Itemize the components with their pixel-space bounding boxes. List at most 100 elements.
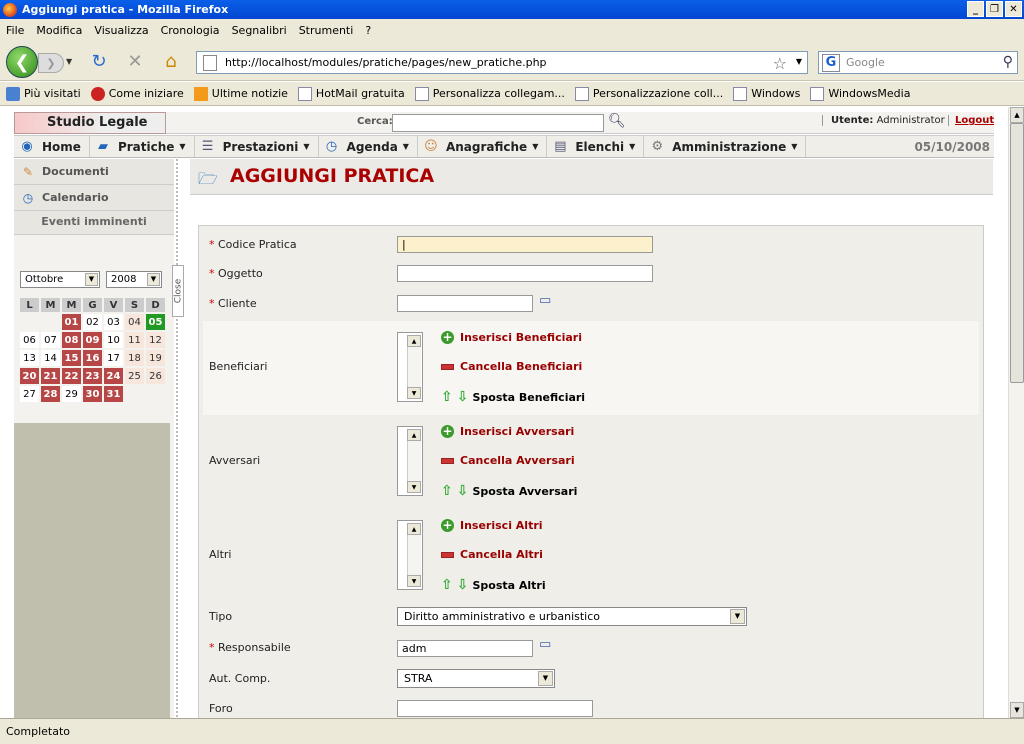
calendar-day[interactable]: 02 <box>83 314 102 330</box>
menu-visualizza[interactable]: Visualizza <box>88 24 154 37</box>
inserisci-beneficiari-button[interactable]: + Inserisci Beneficiari <box>441 331 582 344</box>
aut-comp-select[interactable]: STRA ▼ <box>397 669 555 688</box>
calendar-day-today[interactable]: 05 <box>146 314 165 330</box>
reload-icon[interactable]: ↻ <box>88 51 110 72</box>
nav-elenchi[interactable]: ▤ Elenchi ▼ <box>547 136 645 157</box>
calendar-day[interactable]: 08 <box>62 332 81 348</box>
bookmark-star-icon[interactable]: ☆ <box>773 54 787 73</box>
sidebar-documenti[interactable]: ✎ Documenti <box>14 159 174 185</box>
calendar-day[interactable]: 29 <box>62 386 81 402</box>
arrow-up-icon[interactable]: ⇧ <box>441 389 453 405</box>
menu-cronologia[interactable]: Cronologia <box>155 24 226 37</box>
menu-modifica[interactable]: Modifica <box>30 24 88 37</box>
minimize-button[interactable]: _ <box>967 1 984 17</box>
menu-file[interactable]: File <box>0 24 30 37</box>
oggetto-input[interactable] <box>397 265 653 282</box>
calendar-day[interactable]: 27 <box>20 386 39 402</box>
calendar-day[interactable]: 12 <box>146 332 165 348</box>
month-select[interactable]: Ottobre ▼ <box>20 271 100 288</box>
arrow-down-icon[interactable]: ⇩ <box>457 577 469 593</box>
nav-prestazioni[interactable]: ☰ Prestazioni ▼ <box>195 136 319 157</box>
bookmark-come-iniziare[interactable]: Come iniziare <box>90 86 184 101</box>
calendar-day[interactable]: 30 <box>83 386 102 402</box>
calendar-day[interactable]: 01 <box>62 314 81 330</box>
calendar-day[interactable]: 10 <box>104 332 123 348</box>
page-scrollbar[interactable]: ▲ ▼ <box>1008 107 1024 718</box>
calendar-day[interactable]: 13 <box>20 350 39 366</box>
foro-input[interactable] <box>397 700 593 717</box>
calendar-day[interactable]: 18 <box>125 350 144 366</box>
scroll-up-icon[interactable]: ▲ <box>407 523 421 535</box>
arrow-up-icon[interactable]: ⇧ <box>441 483 453 499</box>
back-button[interactable]: ❮ <box>6 46 38 78</box>
history-dropdown-icon[interactable]: ▼ <box>66 57 72 66</box>
url-dropdown-icon[interactable]: ▼ <box>796 57 802 66</box>
sposta-avversari-button[interactable]: ⇧ ⇩ Sposta Avversari <box>441 483 577 499</box>
calendar-day[interactable]: 28 <box>41 386 60 402</box>
sposta-beneficiari-button[interactable]: ⇧ ⇩ Sposta Beneficiari <box>441 389 585 405</box>
arrow-down-icon[interactable]: ⇩ <box>457 389 469 405</box>
scroll-down-icon[interactable]: ▼ <box>407 387 421 399</box>
search-icon[interactable]: ⚲ <box>1003 54 1013 70</box>
menu-help[interactable]: ? <box>359 24 377 37</box>
scroll-up-icon[interactable]: ▲ <box>407 335 421 347</box>
calendar-day[interactable]: 11 <box>125 332 144 348</box>
nav-pratiche[interactable]: ▰ Pratiche ▼ <box>90 136 195 157</box>
cancella-altri-button[interactable]: Cancella Altri <box>441 548 543 561</box>
app-search-icon[interactable]: 🔍︎ <box>608 113 626 129</box>
scroll-up-icon[interactable]: ▲ <box>407 429 421 441</box>
beneficiari-listbox[interactable]: ▲ ▼ <box>397 332 423 402</box>
calendar-day[interactable]: 07 <box>41 332 60 348</box>
menu-segnalibri[interactable]: Segnalibri <box>226 24 293 37</box>
calendar-day[interactable]: 23 <box>83 368 102 384</box>
calendar-day[interactable]: 15 <box>62 350 81 366</box>
calendar-day[interactable]: 19 <box>146 350 165 366</box>
scroll-down-icon[interactable]: ▼ <box>1010 702 1024 718</box>
nav-home[interactable]: ◉ Home <box>14 136 90 157</box>
bookmark-windows[interactable]: Windows <box>733 86 800 101</box>
calendar-day[interactable]: 31 <box>104 386 123 402</box>
scroll-down-icon[interactable]: ▼ <box>407 481 421 493</box>
calendar-day[interactable]: 17 <box>104 350 123 366</box>
menu-strumenti[interactable]: Strumenti <box>293 24 360 37</box>
bookmark-hotmail[interactable]: HotMail gratuita <box>297 86 405 101</box>
stop-icon[interactable]: ✕ <box>124 51 146 72</box>
sidebar-close-tab[interactable]: Close <box>172 265 184 317</box>
codice-pratica-input[interactable]: | <box>397 236 653 253</box>
altri-listbox[interactable]: ▲ ▼ <box>397 520 423 590</box>
calendar-day[interactable]: 04 <box>125 314 144 330</box>
app-search-input[interactable] <box>392 114 604 132</box>
google-icon[interactable]: G <box>822 53 840 72</box>
maximize-button[interactable]: ❐ <box>986 1 1003 17</box>
bookmark-ultime-notizie[interactable]: Ultime notizie <box>193 86 288 101</box>
forward-button[interactable]: ❯ <box>38 53 64 73</box>
calendar-day[interactable]: 26 <box>146 368 165 384</box>
tipo-select[interactable]: Diritto amministrativo e urbanistico ▼ <box>397 607 747 626</box>
calendar-day[interactable]: 20 <box>20 368 39 384</box>
responsabile-input[interactable]: adm <box>397 640 533 657</box>
bookmark-piu-visitati[interactable]: Più visitati <box>6 86 81 101</box>
url-bar[interactable]: http://localhost/modules/pratiche/pages/… <box>196 51 808 74</box>
inserisci-altri-button[interactable]: + Inserisci Altri <box>441 519 543 532</box>
scroll-up-icon[interactable]: ▲ <box>1010 107 1024 123</box>
sposta-altri-button[interactable]: ⇧ ⇩ Sposta Altri <box>441 577 546 593</box>
search-bar[interactable]: G Google ⚲ <box>818 51 1018 74</box>
logout-link[interactable]: Logout <box>948 115 994 126</box>
sidebar-calendario[interactable]: ◷ Calendario <box>14 185 174 211</box>
calendar-day[interactable]: 25 <box>125 368 144 384</box>
bookmark-personalizzazione[interactable]: Personalizzazione coll... <box>574 86 723 101</box>
calendar-day[interactable]: 09 <box>83 332 102 348</box>
bookmark-windowsmedia[interactable]: WindowsMedia <box>810 86 910 101</box>
calendar-day[interactable]: 03 <box>104 314 123 330</box>
arrow-down-icon[interactable]: ⇩ <box>457 483 469 499</box>
responsabile-lookup-icon[interactable]: ▭ <box>539 637 557 653</box>
bookmark-personalizza-collegamenti[interactable]: Personalizza collegam... <box>414 86 565 101</box>
nav-agenda[interactable]: ◷ Agenda ▼ <box>319 136 418 157</box>
year-select[interactable]: 2008 ▼ <box>106 271 162 288</box>
home-icon[interactable]: ⌂ <box>160 51 182 72</box>
avversari-listbox[interactable]: ▲ ▼ <box>397 426 423 496</box>
calendar-day[interactable]: 22 <box>62 368 81 384</box>
calendar-day[interactable]: 21 <box>41 368 60 384</box>
arrow-up-icon[interactable]: ⇧ <box>441 577 453 593</box>
nav-amministrazione[interactable]: ⚙ Amministrazione ▼ <box>644 136 807 157</box>
